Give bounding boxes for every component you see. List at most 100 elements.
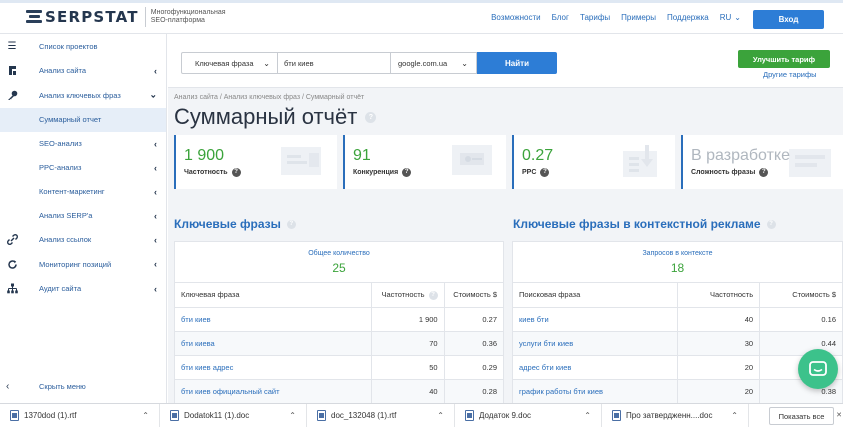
keyword-link[interactable]: бти киева (175, 331, 373, 356)
total-value: 18 (670, 261, 685, 275)
sidebar-item-seo-analysis[interactable]: SEO-анализ ‹ (0, 132, 166, 156)
chevron-up-icon[interactable]: ⌃ (142, 411, 149, 420)
file-icon (612, 409, 621, 421)
serpstat-logo[interactable]: SERPSTAT Многофункциональная SEO-платформ… (26, 6, 226, 27)
sidebar-item-summary-report[interactable]: Суммарный отчет (0, 107, 166, 132)
sidebar-item-label: PPC-анализ (39, 163, 82, 172)
sidebar-item-keyword-analysis[interactable]: Анализ ключевых фраз ⌄ (0, 83, 166, 108)
download-item[interactable]: Про затвердженн....doc ⌃ (602, 403, 749, 427)
sidebar-item-label: Анализ ссылок (39, 235, 92, 245)
help-icon[interactable]: ? (286, 219, 296, 229)
download-item[interactable]: doc_132048 (1).rtf ⌃ (307, 403, 455, 427)
show-all-downloads-button[interactable]: Показать все (769, 407, 834, 425)
keyword-link[interactable]: график работы бти киев (513, 379, 678, 403)
download-item[interactable]: Додаток 9.doc ⌃ (455, 403, 602, 427)
chevron-up-icon[interactable]: ⌃ (289, 411, 296, 420)
sidebar-item-link-analysis[interactable]: Анализ ссылок ‹ (0, 228, 166, 253)
download-filename: Додаток 9.doc (479, 411, 532, 420)
keyword-link[interactable]: бти киев адрес (175, 355, 373, 380)
sidebar-item-site-analysis[interactable]: Анализ сайта ‹ (0, 59, 166, 84)
download-filename: Про затвердженн....doc (626, 411, 713, 420)
sidebar-item-serp-analysis[interactable]: Анализ SERP'а ‹ (0, 204, 166, 228)
help-icon[interactable]: ? (540, 168, 550, 177)
table-row: бти киев 1 900 0.27 (175, 307, 503, 332)
chat-icon (809, 361, 827, 376)
download-filename: 1370dod (1).rtf (24, 411, 77, 420)
nav-blog[interactable]: Блог (552, 13, 569, 22)
sidebar-item-rank-tracking[interactable]: Мониторинг позиций ‹ (0, 252, 166, 277)
stat-value: 0.27 (522, 147, 554, 164)
help-icon[interactable]: ? (428, 290, 438, 300)
sidebar-item-label: Список проектов (39, 41, 98, 51)
frequency-cell: 40 (677, 307, 761, 332)
logo-text: SERPSTAT (45, 7, 139, 26)
keyword-link[interactable]: услуги бти киев (513, 331, 678, 356)
close-icon[interactable]: ✕ (836, 411, 842, 419)
language-value: RU (719, 12, 732, 22)
stat-label: Конкуренция? (353, 168, 412, 177)
frequency-cell: 30 (677, 331, 761, 356)
sidebar-item-ppc-analysis[interactable]: PPC-анализ ‹ (0, 156, 166, 180)
search-input-value: бти киев (284, 58, 314, 68)
keyword-link[interactable]: бти киев (175, 307, 373, 332)
cost-cell: 0.36 (444, 331, 503, 356)
sidebar-item-content-marketing[interactable]: Контент-маркетинг ‹ (0, 180, 166, 204)
chevron-up-icon[interactable]: ⌃ (731, 411, 738, 420)
search-type-select[interactable]: Ключевая фраза ⌄ (181, 52, 278, 74)
page-title: Суммарный отчёт ? (174, 104, 377, 130)
download-item[interactable]: Dodatok11 (1).doc ⌃ (160, 403, 307, 427)
keyword-link[interactable]: бти киев официальный сайт (175, 379, 373, 403)
frequency-cell: 70 (371, 331, 445, 356)
sidebar-item-label: Суммарный отчет (39, 115, 102, 124)
table-row: бти киев адрес 50 0.29 (175, 355, 503, 380)
sidebar-item-site-audit[interactable]: Аудит сайта ‹ (0, 277, 166, 302)
search-database-select[interactable]: google.com.ua ⌄ (391, 52, 477, 74)
find-button[interactable]: Найти (477, 52, 557, 74)
column-header-keyword[interactable]: Ключевая фраза (175, 283, 373, 308)
refresh-icon (6, 258, 18, 270)
download-item[interactable]: 1370dod (1).rtf ⌃ (0, 403, 160, 427)
file-icon (317, 409, 326, 421)
total-label: Запросов в контексте (642, 250, 713, 257)
keyword-link[interactable]: киев бти (513, 307, 678, 332)
chevron-up-icon[interactable]: ⌃ (437, 411, 444, 420)
login-button[interactable]: Вход (753, 10, 824, 29)
chevron-up-icon[interactable]: ⌃ (584, 411, 591, 420)
top-bar: SERPSTAT Многофункциональная SEO-платформ… (0, 0, 843, 34)
sidebar-item-projects[interactable]: ☰ Список проектов (0, 34, 166, 59)
column-header-search-phrase[interactable]: Поисковая фраза (513, 283, 678, 308)
column-header-cost[interactable]: Стоимость $ (444, 283, 503, 308)
collapse-menu-button[interactable]: ‹ Скрыть меню (0, 376, 167, 396)
search-input[interactable]: бти киев (278, 52, 391, 74)
help-icon[interactable]: ? (231, 168, 241, 177)
stat-decoration-icon (789, 149, 831, 177)
column-header-frequency[interactable]: Частотность? (371, 283, 445, 308)
keywords-total: Общее количество 25 (175, 242, 503, 283)
nav-support[interactable]: Поддержка (667, 13, 709, 22)
top-navigation: Возможности Блог Тарифы Примеры Поддержк… (491, 0, 741, 34)
frequency-cell: 20 (677, 379, 761, 403)
frequency-cell: 1 900 (371, 307, 445, 332)
upgrade-plan-button[interactable]: Улучшить тариф (738, 50, 830, 68)
chat-button[interactable] (798, 349, 838, 389)
breadcrumb[interactable]: Анализ сайта / Анализ ключевых фраз / Су… (174, 94, 364, 101)
nav-features[interactable]: Возможности (491, 13, 541, 22)
nav-examples[interactable]: Примеры (621, 13, 656, 22)
column-header-cost[interactable]: Стоимость $ (759, 283, 842, 308)
help-icon[interactable]: ? (365, 111, 377, 123)
sidebar-item-label: Аудит сайта (39, 284, 82, 294)
site-analysis-icon (6, 65, 18, 77)
help-icon[interactable]: ? (759, 168, 769, 177)
column-header-frequency[interactable]: Частотность (677, 283, 761, 308)
chevron-left-icon: ‹ (6, 380, 10, 392)
help-icon[interactable]: ? (402, 168, 412, 177)
nav-pricing[interactable]: Тарифы (580, 13, 610, 22)
download-bar: 1370dod (1).rtf ⌃ Dodatok11 (1).doc ⌃ do… (0, 403, 843, 427)
stat-label: PPC? (522, 168, 550, 177)
cost-cell: 0.16 (759, 307, 842, 332)
table-row: бти киев официальный сайт 40 0.28 (175, 379, 503, 403)
keyword-link[interactable]: адрес бти киев (513, 355, 678, 380)
language-selector[interactable]: RU ⌄ (720, 13, 741, 22)
other-plans-link[interactable]: Другие тарифы (763, 70, 817, 79)
help-icon[interactable]: ? (766, 219, 776, 229)
